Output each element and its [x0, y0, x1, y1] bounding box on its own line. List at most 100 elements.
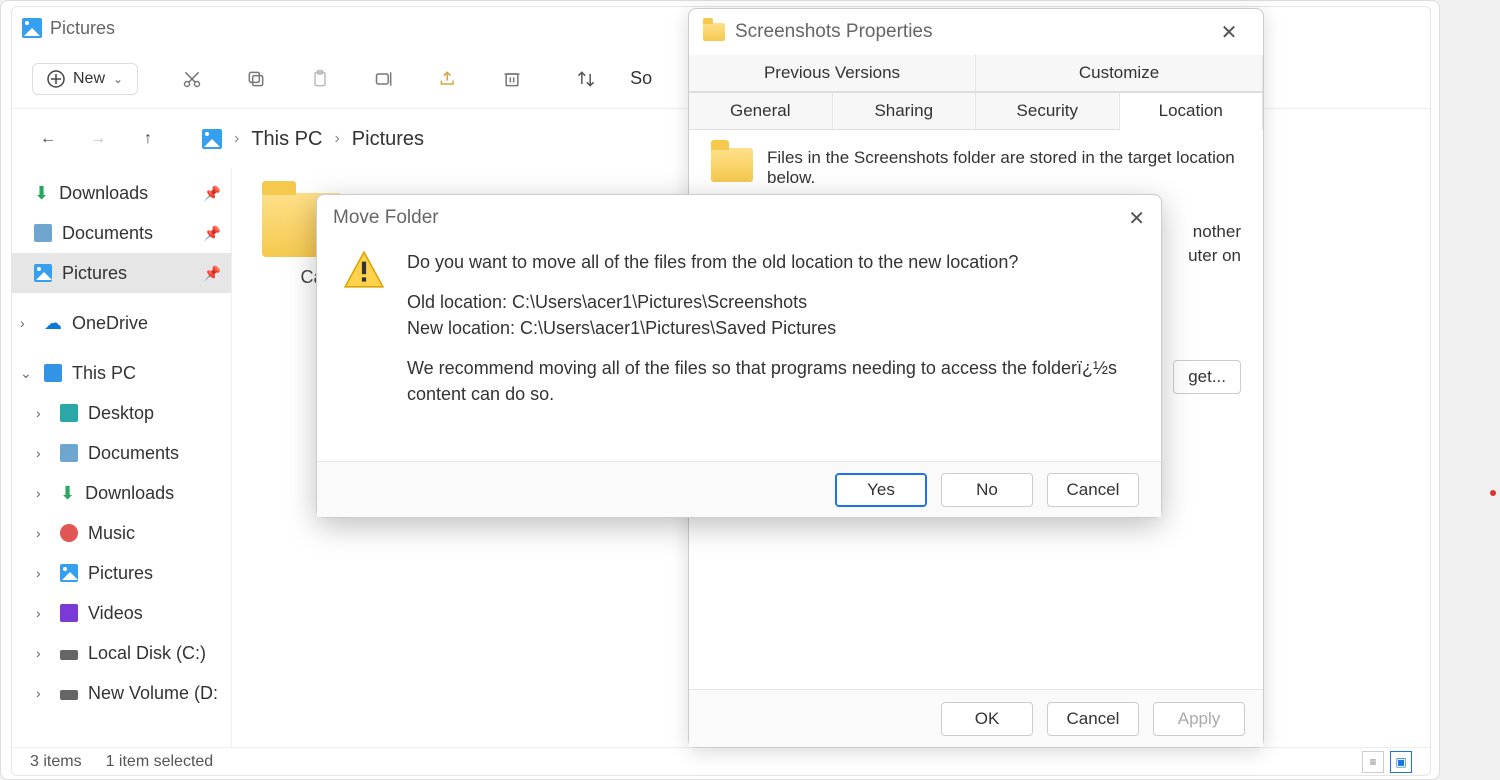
sidebar-label: Videos — [88, 603, 143, 624]
sidebar-item-pictures2[interactable]: › Pictures — [12, 553, 231, 593]
sidebar-label: OneDrive — [72, 313, 148, 334]
extra-line-2: uter on — [1188, 244, 1241, 268]
chevron-right-icon: › — [36, 485, 50, 501]
breadcrumb-current[interactable]: Pictures — [352, 128, 424, 151]
pictures-icon — [34, 264, 52, 282]
new-button[interactable]: New ⌄ — [32, 63, 138, 95]
tab-location[interactable]: Location — [1120, 93, 1264, 130]
paste-icon[interactable] — [300, 59, 340, 99]
tab-security[interactable]: Security — [976, 93, 1120, 130]
tab-previous-versions[interactable]: Previous Versions — [689, 55, 976, 92]
copy-icon[interactable] — [236, 59, 276, 99]
pin-icon: 📌 — [204, 265, 221, 282]
cut-icon[interactable] — [172, 59, 212, 99]
sidebar-item-localdisk[interactable]: › Local Disk (C:) — [12, 633, 231, 673]
location-description: Files in the Screenshots folder are stor… — [767, 148, 1241, 188]
properties-titlebar[interactable]: Screenshots Properties ✕ — [689, 9, 1263, 55]
pictures-icon — [60, 564, 78, 582]
red-dot-marker — [1490, 490, 1496, 496]
sidebar-label: Documents — [88, 443, 179, 464]
yes-button[interactable]: Yes — [835, 473, 927, 507]
download-icon: ⬇ — [60, 483, 75, 504]
sidebar-label: Downloads — [85, 483, 174, 504]
chevron-down-icon: ⌄ — [20, 365, 34, 382]
chevron-right-icon: › — [36, 645, 50, 661]
chevron-right-icon: › — [36, 605, 50, 621]
rename-icon[interactable] — [364, 59, 404, 99]
move-dialog-text: Do you want to move all of the files fro… — [407, 249, 1135, 451]
ok-button[interactable]: OK — [941, 702, 1033, 736]
close-button[interactable]: ✕ — [1209, 20, 1249, 45]
forward-button[interactable]: → — [82, 123, 114, 155]
breadcrumb[interactable]: › This PC › Pictures — [202, 128, 424, 151]
sidebar-item-documents[interactable]: Documents 📌 — [12, 213, 231, 253]
sort-icon[interactable] — [566, 59, 606, 99]
move-dialog-footer: Yes No Cancel — [317, 461, 1161, 517]
move-dialog-title: Move Folder — [333, 207, 439, 229]
extra-line-1: nother — [1188, 220, 1241, 244]
location-extra-text: nother uter on — [1188, 220, 1241, 268]
move-folder-dialog: Move Folder ✕ Do you want to move all of… — [316, 194, 1162, 518]
breadcrumb-root[interactable]: This PC — [251, 128, 322, 151]
sidebar-item-documents2[interactable]: › Documents — [12, 433, 231, 473]
sidebar-item-pictures[interactable]: Pictures 📌 — [12, 253, 231, 293]
disk-icon — [60, 650, 78, 660]
move-new-location: New location: C:\Users\acer1\Pictures\Sa… — [407, 315, 1135, 341]
document-icon — [34, 224, 52, 242]
move-question: Do you want to move all of the files fro… — [407, 249, 1135, 275]
explorer-statusbar: 3 items 1 item selected ≡ ▣ — [12, 747, 1430, 775]
cancel-button[interactable]: Cancel — [1047, 473, 1139, 507]
sidebar-label: Downloads — [59, 183, 148, 204]
sidebar-item-thispc[interactable]: ⌄ This PC — [12, 353, 231, 393]
breadcrumb-pictures-icon — [202, 129, 222, 149]
sidebar-label: Local Disk (C:) — [88, 643, 206, 664]
sidebar-label: Documents — [62, 223, 153, 244]
move-recommendation: We recommend moving all of the files so … — [407, 355, 1135, 407]
explorer-title: Pictures — [50, 18, 115, 39]
pictures-folder-icon — [22, 18, 42, 38]
sidebar-label: Music — [88, 523, 135, 544]
tab-general[interactable]: General — [689, 93, 833, 130]
chevron-right-icon: › — [36, 525, 50, 541]
sidebar-item-downloads2[interactable]: › ⬇ Downloads — [12, 473, 231, 513]
delete-icon[interactable] — [492, 59, 532, 99]
sidebar-item-downloads[interactable]: ⬇ Downloads 📌 — [12, 173, 231, 213]
cloud-icon: ☁ — [44, 313, 62, 334]
back-button[interactable]: ← — [32, 123, 64, 155]
chevron-right-icon: › — [234, 130, 239, 148]
disk-icon — [60, 690, 78, 700]
chevron-right-icon: › — [36, 405, 50, 421]
download-icon: ⬇ — [34, 183, 49, 204]
chevron-down-icon: ⌄ — [113, 72, 123, 86]
chevron-right-icon: › — [334, 130, 339, 148]
view-details-button[interactable]: ≡ — [1362, 751, 1384, 773]
view-large-button[interactable]: ▣ — [1390, 751, 1412, 773]
pin-icon: 📌 — [204, 185, 221, 202]
find-target-button[interactable]: get... — [1173, 360, 1241, 394]
sidebar-item-videos[interactable]: › Videos — [12, 593, 231, 633]
sidebar-label: New Volume (D: — [88, 683, 218, 704]
monitor-icon — [44, 364, 62, 382]
up-button[interactable]: ↑ — [132, 123, 164, 155]
cancel-button[interactable]: Cancel — [1047, 702, 1139, 736]
move-dialog-body: Do you want to move all of the files fro… — [317, 241, 1161, 461]
warning-icon — [343, 249, 385, 451]
share-icon[interactable] — [428, 59, 468, 99]
properties-title: Screenshots Properties — [735, 21, 1199, 43]
video-icon — [60, 604, 78, 622]
sidebar-item-desktop[interactable]: › Desktop — [12, 393, 231, 433]
new-button-label: New — [73, 70, 105, 88]
close-button[interactable]: ✕ — [1128, 206, 1145, 231]
sidebar-item-newvolume[interactable]: › New Volume (D: — [12, 673, 231, 713]
sidebar-label: This PC — [72, 363, 136, 384]
status-selection: 1 item selected — [106, 753, 214, 771]
properties-tabs-row2: General Sharing Security Location — [689, 92, 1263, 130]
tab-sharing[interactable]: Sharing — [833, 93, 977, 130]
sidebar-item-music[interactable]: › Music — [12, 513, 231, 553]
move-dialog-titlebar[interactable]: Move Folder ✕ — [317, 195, 1161, 241]
tab-customize[interactable]: Customize — [976, 55, 1263, 92]
no-button[interactable]: No — [941, 473, 1033, 507]
sidebar-item-onedrive[interactable]: › ☁ OneDrive — [12, 303, 231, 343]
apply-button[interactable]: Apply — [1153, 702, 1245, 736]
sidebar-label: Pictures — [88, 563, 153, 584]
